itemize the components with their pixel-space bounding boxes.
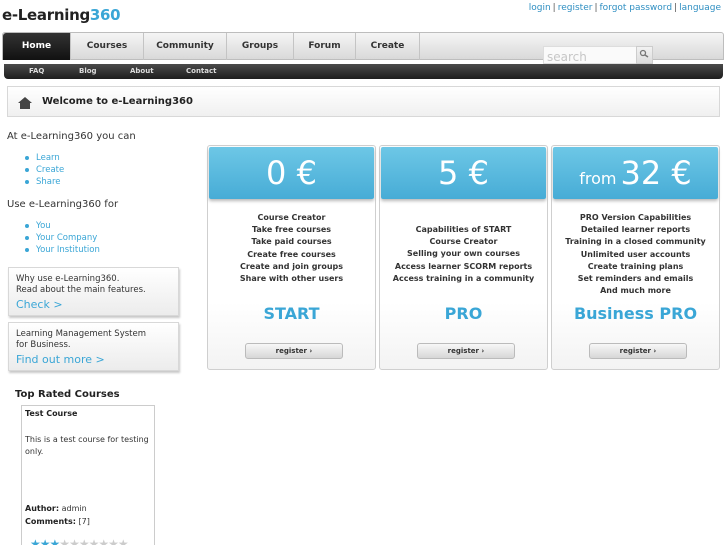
register-button-business-pro[interactable]: register › [589,343,687,359]
star-icon[interactable]: ★ [69,537,80,545]
sub-nav: FAQ Blog About Contact [4,64,723,79]
plan-price: 0 € [266,154,317,192]
welcome-bar: Welcome to e-Learning360 [7,86,720,117]
business-promo[interactable]: Learning Management System for Business.… [8,322,179,371]
plan-price-header: from 32 € [553,147,718,199]
plan-pro: 5 € Capabilities of START Course Creator S… [379,145,548,370]
can-lead: At e-Learning360 you can [7,131,136,142]
features-promo[interactable]: Why use e-Learning360. Read about the ma… [8,267,179,316]
plan-price-header: 0 € [209,147,374,199]
home-icon [18,97,32,109]
forgot-password-link[interactable]: forgot password [599,3,672,13]
list-item[interactable]: Your Institution [25,244,100,256]
top-rated-title: Top Rated Courses [15,389,120,400]
plan-features: Capabilities of START Course Creator Selli… [392,225,535,283]
star-icon[interactable]: ★ [89,537,100,545]
search-input[interactable] [543,46,636,64]
star-icon[interactable]: ★ [108,537,119,545]
plan-price: 5 € [438,154,489,192]
nav-tab-create[interactable]: Create [356,33,420,60]
find-out-more-link[interactable]: Find out more > [16,353,171,366]
plan-price-header: 5 € [381,147,546,199]
course-name[interactable]: Test Course [25,409,151,418]
search-button[interactable] [636,46,653,64]
star-icon[interactable]: ★ [118,537,129,545]
subnav-blog[interactable]: Blog [79,64,97,79]
course-description: This is a test course for testing only. [25,435,149,456]
login-link[interactable]: login [529,3,551,13]
can-list: Learn Create Share [25,152,64,188]
rating-stars[interactable]: ★★★★★★★★★★ [30,537,129,545]
register-button-pro[interactable]: register › [417,343,515,359]
register-button-start[interactable]: register › [245,343,343,359]
plan-features: Course Creator Take free courses Take paid… [239,213,344,284]
check-link[interactable]: Check > [16,298,171,311]
nav-tab-courses[interactable]: Courses [71,33,144,60]
star-icon[interactable]: ★ [59,537,70,545]
top-links: login | register | forgot password | language [528,3,721,13]
plan-start: 0 € Course Creator Take free courses Take … [207,145,376,370]
site-logo[interactable]: e-Learning360 [2,6,121,24]
use-for-list: You Your Company Your Institution [25,220,100,256]
star-icon[interactable]: ★ [40,537,51,545]
course-comments[interactable]: [7] [79,517,90,526]
plan-features: PRO Version Capabilities Detailed learner… [565,213,706,296]
search-box [543,46,653,64]
list-item[interactable]: Learn [25,152,64,164]
star-icon[interactable]: ★ [50,537,61,545]
course-author: admin [61,504,87,513]
list-item[interactable]: You [25,220,100,232]
course-card: Test Course This is a test course for te… [21,405,155,545]
star-icon[interactable]: ★ [30,537,41,545]
use-for-lead: Use e-Learning360 for [7,199,119,210]
subnav-contact[interactable]: Contact [186,64,217,79]
plan-price: 32 € [620,154,692,192]
nav-tab-home[interactable]: Home [3,33,71,60]
register-link[interactable]: register [558,3,593,13]
list-item[interactable]: Create [25,164,64,176]
list-item[interactable]: Your Company [25,232,100,244]
star-icon[interactable]: ★ [98,537,109,545]
search-icon [639,49,649,58]
language-link[interactable]: language [679,3,721,13]
plan-name: START [263,304,320,323]
list-item[interactable]: Share [25,176,64,188]
subnav-about[interactable]: About [130,64,154,79]
nav-tab-forum[interactable]: Forum [294,33,356,60]
subnav-faq[interactable]: FAQ [29,64,44,79]
nav-tab-community[interactable]: Community [144,33,227,60]
star-icon[interactable]: ★ [79,537,90,545]
plan-business-pro: from 32 € PRO Version Capabilities Detaile… [551,145,720,370]
plan-name: PRO [444,304,483,323]
nav-tab-groups[interactable]: Groups [227,33,294,60]
page-title: Welcome to e-Learning360 [42,96,193,107]
plan-name: Business PRO [573,304,698,323]
